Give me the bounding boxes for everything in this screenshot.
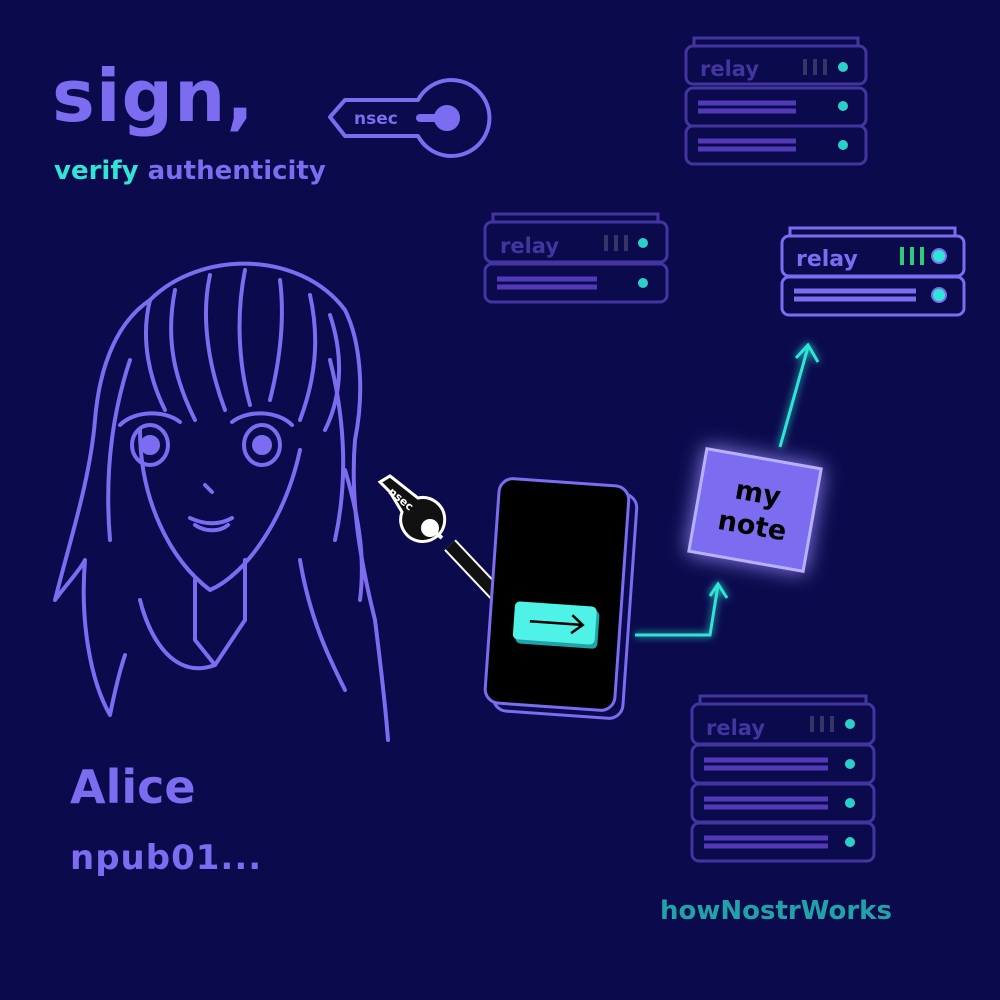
note-card: my note [687, 446, 823, 574]
relay-label: relay [500, 234, 559, 258]
user-npub: npub01... [70, 838, 263, 878]
relay-stack-top: relay [684, 36, 868, 166]
relay-stack-bottom: relay [690, 694, 876, 863]
relay-label: relay [700, 57, 759, 81]
nsec-small-key-icon: nsec [377, 474, 510, 605]
phone-device [483, 477, 639, 720]
nsec-key-icon: nsec [328, 78, 492, 158]
relay-stack-active: relay [780, 226, 966, 317]
relay-led-icon [838, 62, 848, 150]
send-button[interactable] [512, 601, 600, 649]
alice-portrait [53, 261, 390, 742]
relay-stack-middle: relay [483, 212, 669, 304]
nsec-key-label: nsec [354, 109, 398, 129]
relay-label: relay [706, 716, 765, 740]
user-name: Alice [70, 760, 196, 814]
brand-label: howNostrWorks [660, 896, 892, 926]
relay-label: relay [796, 247, 858, 272]
